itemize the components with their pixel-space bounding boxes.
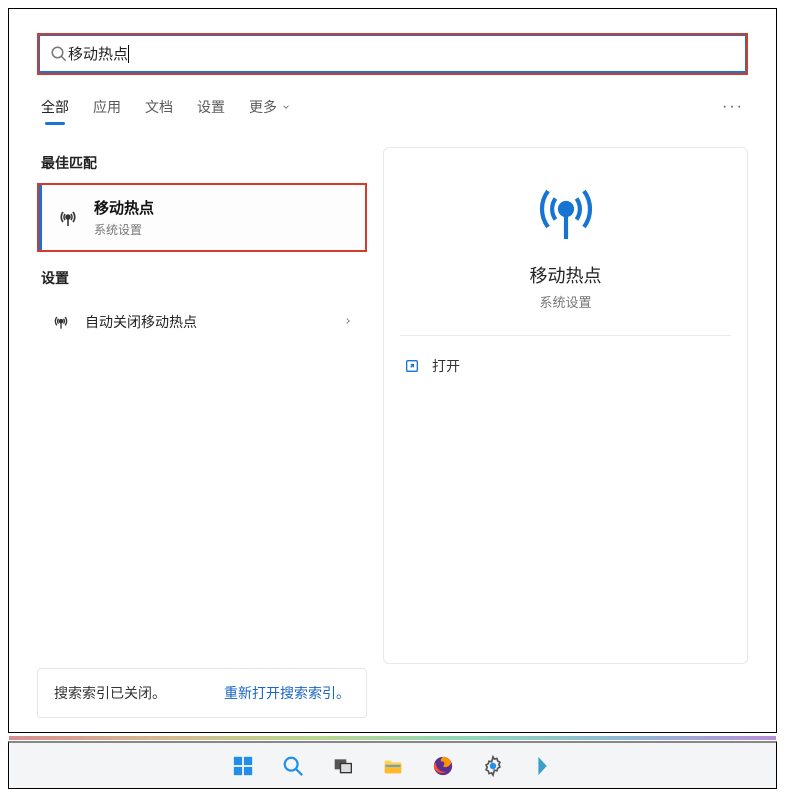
file-explorer-button[interactable]	[373, 746, 413, 786]
search-box[interactable]: 移动热点	[39, 35, 746, 73]
task-view-button[interactable]	[323, 746, 363, 786]
divider	[400, 335, 731, 336]
search-input-value: 移动热点	[68, 43, 128, 64]
preview-subtitle: 系统设置	[400, 292, 731, 311]
gear-icon	[482, 755, 504, 777]
tab-docs[interactable]: 文档	[145, 97, 173, 125]
section-settings-label: 设置	[41, 268, 367, 288]
taskbar-app-button[interactable]	[523, 746, 563, 786]
best-match-subtitle: 系统设置	[94, 221, 154, 238]
search-highlight-box: 移动热点	[37, 33, 748, 75]
open-icon	[404, 358, 420, 374]
app-icon	[535, 755, 551, 777]
firefox-button[interactable]	[423, 746, 463, 786]
best-match-title: 移动热点	[94, 197, 154, 218]
task-view-icon	[332, 756, 354, 776]
hotspot-icon	[51, 312, 71, 332]
search-index-bar: 搜索索引已关闭。 重新打开搜索索引。	[37, 668, 367, 718]
reopen-index-link[interactable]: 重新打开搜索索引。	[224, 683, 350, 703]
more-options-button[interactable]: ···	[722, 98, 744, 124]
tab-settings[interactable]: 设置	[197, 97, 225, 125]
taskbar	[8, 741, 777, 789]
tab-apps[interactable]: 应用	[93, 97, 121, 125]
taskbar-search-button[interactable]	[273, 746, 313, 786]
best-match-highlight-box: 移动热点 系统设置	[37, 183, 367, 252]
search-icon	[50, 45, 68, 63]
chevron-down-icon	[281, 102, 291, 112]
chevron-right-icon	[343, 313, 353, 331]
preview-icon-container	[400, 176, 731, 248]
text-cursor	[128, 45, 129, 63]
section-best-match-label: 最佳匹配	[41, 153, 367, 173]
tab-all[interactable]: 全部	[41, 97, 69, 125]
index-status-message: 搜索索引已关闭。	[54, 683, 166, 703]
start-button[interactable]	[223, 746, 263, 786]
open-label: 打开	[432, 356, 460, 376]
best-match-item[interactable]: 移动热点 系统设置	[39, 185, 365, 250]
setting-item-auto-off-hotspot[interactable]: 自动关闭移动热点	[37, 298, 367, 346]
tab-more[interactable]: 更多	[249, 97, 291, 125]
hotspot-icon	[56, 206, 80, 230]
preview-title: 移动热点	[400, 262, 731, 288]
search-icon	[282, 755, 304, 777]
filter-tabs: 全部 应用 文档 设置 更多 ···	[37, 97, 748, 125]
setting-item-label: 自动关闭移动热点	[85, 312, 197, 332]
firefox-icon	[432, 755, 454, 777]
preview-panel: 移动热点 系统设置 打开	[383, 147, 748, 664]
folder-icon	[381, 755, 405, 777]
windows-logo-icon	[232, 755, 254, 777]
settings-app-button[interactable]	[473, 746, 513, 786]
taskbar-accent-strip	[9, 736, 776, 740]
open-action[interactable]: 打开	[400, 350, 731, 382]
hotspot-icon	[530, 176, 602, 248]
tab-more-label: 更多	[249, 97, 277, 117]
